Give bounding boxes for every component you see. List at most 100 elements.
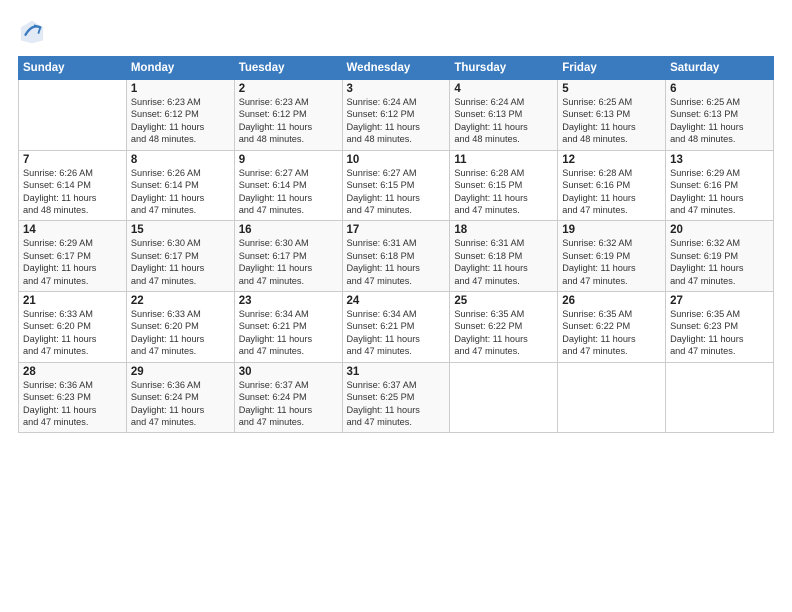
calendar-cell: 8Sunrise: 6:26 AM Sunset: 6:14 PM Daylig… xyxy=(126,150,234,221)
weekday-header-saturday: Saturday xyxy=(666,57,774,80)
calendar-cell: 27Sunrise: 6:35 AM Sunset: 6:23 PM Dayli… xyxy=(666,292,774,363)
day-info: Sunrise: 6:35 AM Sunset: 6:23 PM Dayligh… xyxy=(670,308,769,358)
calendar-cell: 22Sunrise: 6:33 AM Sunset: 6:20 PM Dayli… xyxy=(126,292,234,363)
day-info: Sunrise: 6:26 AM Sunset: 6:14 PM Dayligh… xyxy=(23,167,122,217)
day-number: 9 xyxy=(239,154,338,166)
day-info: Sunrise: 6:37 AM Sunset: 6:25 PM Dayligh… xyxy=(347,379,446,429)
calendar-week-row: 14Sunrise: 6:29 AM Sunset: 6:17 PM Dayli… xyxy=(19,221,774,292)
day-number: 22 xyxy=(131,295,230,307)
page: SundayMondayTuesdayWednesdayThursdayFrid… xyxy=(0,0,792,612)
header xyxy=(18,18,774,46)
day-info: Sunrise: 6:29 AM Sunset: 6:16 PM Dayligh… xyxy=(670,167,769,217)
calendar-week-row: 21 Sunrise: 6:33 AM Sunset: 6:20 PM Dayli… xyxy=(19,292,774,363)
day-info: Sunrise: 6:28 AM Sunset: 6:15 PM Dayligh… xyxy=(454,167,553,217)
day-info: Sunrise: 6:25 AM Sunset: 6:13 PM Dayligh… xyxy=(670,96,769,146)
calendar-cell: 29Sunrise: 6:36 AM Sunset: 6:24 PM Dayli… xyxy=(126,362,234,433)
calendar-cell xyxy=(450,362,558,433)
day-info: Sunrise: 6:31 AM Sunset: 6:18 PM Dayligh… xyxy=(347,237,446,287)
calendar-cell: 31Sunrise: 6:37 AM Sunset: 6:25 PM Dayli… xyxy=(342,362,450,433)
calendar-cell: 6Sunrise: 6:25 AM Sunset: 6:13 PM Daylig… xyxy=(666,80,774,151)
calendar-cell: 3Sunrise: 6:24 AM Sunset: 6:12 PM Daylig… xyxy=(342,80,450,151)
day-number: 4 xyxy=(454,83,553,95)
weekday-header-thursday: Thursday xyxy=(450,57,558,80)
day-number: 21 xyxy=(23,295,122,307)
day-number: 24 xyxy=(347,295,446,307)
day-number: 20 xyxy=(670,224,769,236)
calendar-cell: 5Sunrise: 6:25 AM Sunset: 6:13 PM Daylig… xyxy=(558,80,666,151)
day-number: 6 xyxy=(670,83,769,95)
weekday-header-friday: Friday xyxy=(558,57,666,80)
day-info: Sunrise: 6:24 AM Sunset: 6:13 PM Dayligh… xyxy=(454,96,553,146)
calendar-cell xyxy=(19,80,127,151)
calendar-cell xyxy=(666,362,774,433)
day-number: 29 xyxy=(131,366,230,378)
calendar-cell xyxy=(558,362,666,433)
day-info: Sunrise: 6:31 AM Sunset: 6:18 PM Dayligh… xyxy=(454,237,553,287)
day-info: Sunrise: 6:23 AM Sunset: 6:12 PM Dayligh… xyxy=(131,96,230,146)
calendar-cell: 4Sunrise: 6:24 AM Sunset: 6:13 PM Daylig… xyxy=(450,80,558,151)
day-number: 12 xyxy=(562,154,661,166)
day-number: 31 xyxy=(347,366,446,378)
day-number: 18 xyxy=(454,224,553,236)
day-info: Sunrise: 6:24 AM Sunset: 6:12 PM Dayligh… xyxy=(347,96,446,146)
day-number: 11 xyxy=(454,154,553,166)
calendar-cell: 24Sunrise: 6:34 AM Sunset: 6:21 PM Dayli… xyxy=(342,292,450,363)
day-number: 28 xyxy=(23,366,122,378)
day-number: 14 xyxy=(23,224,122,236)
calendar-cell: 25Sunrise: 6:35 AM Sunset: 6:22 PM Dayli… xyxy=(450,292,558,363)
day-number: 13 xyxy=(670,154,769,166)
day-number: 26 xyxy=(562,295,661,307)
day-number: 7 xyxy=(23,154,122,166)
day-info: Sunrise: 6:34 AM Sunset: 6:21 PM Dayligh… xyxy=(347,308,446,358)
weekday-header-sunday: Sunday xyxy=(19,57,127,80)
day-info: Sunrise: 6:26 AM Sunset: 6:14 PM Dayligh… xyxy=(131,167,230,217)
day-info: Sunrise: 6:28 AM Sunset: 6:16 PM Dayligh… xyxy=(562,167,661,217)
calendar-cell: 20Sunrise: 6:32 AM Sunset: 6:19 PM Dayli… xyxy=(666,221,774,292)
calendar-cell: 19Sunrise: 6:32 AM Sunset: 6:19 PM Dayli… xyxy=(558,221,666,292)
day-number: 30 xyxy=(239,366,338,378)
day-number: 27 xyxy=(670,295,769,307)
day-number: 25 xyxy=(454,295,553,307)
day-info: Sunrise: 6:25 AM Sunset: 6:13 PM Dayligh… xyxy=(562,96,661,146)
day-info: Sunrise: 6:33 AM Sunset: 6:20 PM Dayligh… xyxy=(131,308,230,358)
calendar-week-row: 28Sunrise: 6:36 AM Sunset: 6:23 PM Dayli… xyxy=(19,362,774,433)
day-number: 3 xyxy=(347,83,446,95)
calendar-week-row: 7Sunrise: 6:26 AM Sunset: 6:14 PM Daylig… xyxy=(19,150,774,221)
calendar-cell: 14Sunrise: 6:29 AM Sunset: 6:17 PM Dayli… xyxy=(19,221,127,292)
day-info: Sunrise: 6:36 AM Sunset: 6:23 PM Dayligh… xyxy=(23,379,122,429)
day-info: Sunrise: 6:30 AM Sunset: 6:17 PM Dayligh… xyxy=(239,237,338,287)
calendar-table: SundayMondayTuesdayWednesdayThursdayFrid… xyxy=(18,56,774,433)
calendar-cell: 12Sunrise: 6:28 AM Sunset: 6:16 PM Dayli… xyxy=(558,150,666,221)
logo xyxy=(18,18,51,46)
calendar-cell: 11Sunrise: 6:28 AM Sunset: 6:15 PM Dayli… xyxy=(450,150,558,221)
day-info: Sunrise: 6:35 AM Sunset: 6:22 PM Dayligh… xyxy=(562,308,661,358)
calendar-cell: 1Sunrise: 6:23 AM Sunset: 6:12 PM Daylig… xyxy=(126,80,234,151)
day-number: 16 xyxy=(239,224,338,236)
calendar-cell: 17Sunrise: 6:31 AM Sunset: 6:18 PM Dayli… xyxy=(342,221,450,292)
day-info: Sunrise: 6:23 AM Sunset: 6:12 PM Dayligh… xyxy=(239,96,338,146)
day-info: Sunrise: 6:30 AM Sunset: 6:17 PM Dayligh… xyxy=(131,237,230,287)
logo-icon xyxy=(18,18,46,46)
day-number: 10 xyxy=(347,154,446,166)
weekday-header-tuesday: Tuesday xyxy=(234,57,342,80)
day-number: 15 xyxy=(131,224,230,236)
calendar-cell: 21Sunrise: 6:33 AM Sunset: 6:20 PM Dayli… xyxy=(19,292,127,363)
day-number: 1 xyxy=(131,83,230,95)
day-number: 19 xyxy=(562,224,661,236)
day-info: Sunrise: 6:32 AM Sunset: 6:19 PM Dayligh… xyxy=(670,237,769,287)
calendar-cell: 2Sunrise: 6:23 AM Sunset: 6:12 PM Daylig… xyxy=(234,80,342,151)
day-number: 8 xyxy=(131,154,230,166)
calendar-cell: 18Sunrise: 6:31 AM Sunset: 6:18 PM Dayli… xyxy=(450,221,558,292)
weekday-header-wednesday: Wednesday xyxy=(342,57,450,80)
calendar-cell: 26Sunrise: 6:35 AM Sunset: 6:22 PM Dayli… xyxy=(558,292,666,363)
calendar-cell: 23Sunrise: 6:34 AM Sunset: 6:21 PM Dayli… xyxy=(234,292,342,363)
calendar-cell: 28Sunrise: 6:36 AM Sunset: 6:23 PM Dayli… xyxy=(19,362,127,433)
day-info: Sunrise: 6:32 AM Sunset: 6:19 PM Dayligh… xyxy=(562,237,661,287)
day-number: 23 xyxy=(239,295,338,307)
day-info: Sunrise: 6:36 AM Sunset: 6:24 PM Dayligh… xyxy=(131,379,230,429)
calendar-cell: 7Sunrise: 6:26 AM Sunset: 6:14 PM Daylig… xyxy=(19,150,127,221)
calendar-week-row: 1Sunrise: 6:23 AM Sunset: 6:12 PM Daylig… xyxy=(19,80,774,151)
day-info: Sunrise: 6:37 AM Sunset: 6:24 PM Dayligh… xyxy=(239,379,338,429)
weekday-header-row: SundayMondayTuesdayWednesdayThursdayFrid… xyxy=(19,57,774,80)
calendar-cell: 15Sunrise: 6:30 AM Sunset: 6:17 PM Dayli… xyxy=(126,221,234,292)
